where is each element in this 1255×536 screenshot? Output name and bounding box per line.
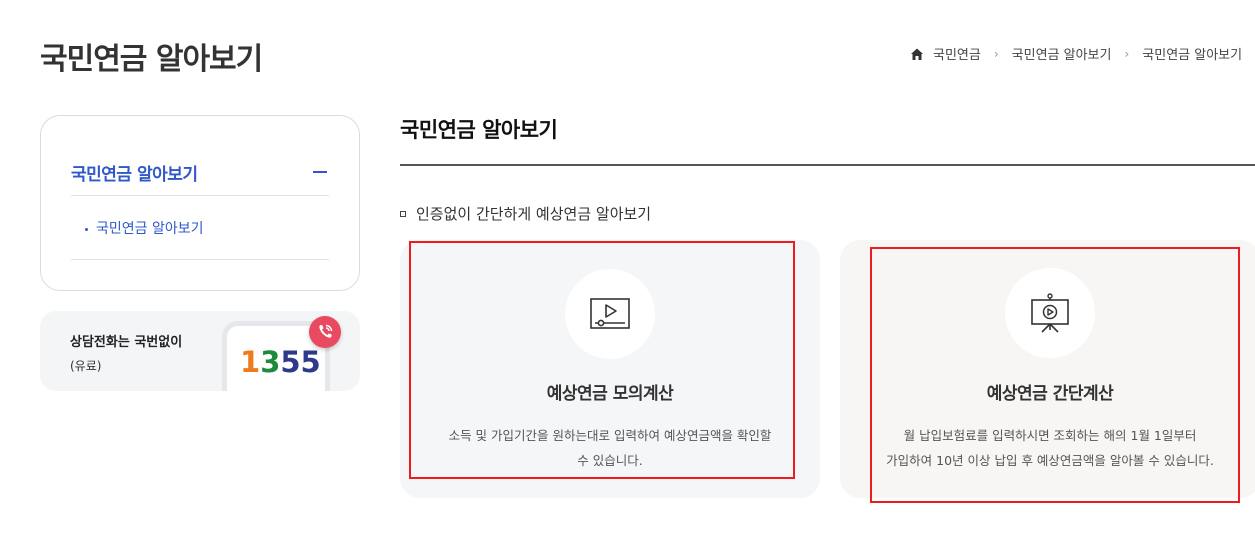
- highlight-box-simple-calc: [870, 247, 1240, 503]
- chevron-right-icon: ›: [1124, 46, 1130, 61]
- phone-call-icon: [309, 316, 341, 348]
- square-bullet-icon: [400, 210, 406, 217]
- call-number-part-3: 55: [280, 345, 321, 379]
- section-label-text: 인증없이 간단하게 예상연금 알아보기: [416, 205, 652, 223]
- chevron-right-icon: ›: [993, 46, 999, 61]
- side-menu: 국민연금 알아보기 국민연금 알아보기: [40, 115, 360, 291]
- sidebar-item-label[interactable]: 국민연금 알아보기: [96, 221, 204, 237]
- breadcrumb-item-current[interactable]: 국민연금 알아보기: [1142, 44, 1242, 63]
- call-title: 상담전화는 국번없이: [70, 335, 183, 350]
- page-title: 국민연금 알아보기: [40, 42, 263, 77]
- collapse-minus-icon[interactable]: [313, 171, 327, 173]
- side-menu-title[interactable]: 국민연금 알아보기: [71, 160, 198, 185]
- sidebar-item-pension-info[interactable]: 국민연금 알아보기: [71, 196, 329, 260]
- side-menu-header[interactable]: 국민연금 알아보기: [71, 160, 329, 196]
- breadcrumb-item-section[interactable]: 국민연금 알아보기: [1012, 44, 1112, 63]
- breadcrumb-item-home[interactable]: 국민연금: [933, 44, 981, 63]
- bullet-icon: [85, 227, 88, 231]
- home-icon[interactable]: [910, 47, 924, 61]
- call-number-part-1: 1: [240, 345, 261, 379]
- call-number-part-2: 3: [260, 345, 281, 379]
- section-label: 인증없이 간단하게 예상연금 알아보기: [400, 203, 651, 224]
- call-subtitle: (유료): [70, 359, 102, 373]
- title-divider: [400, 164, 1255, 166]
- main-title: 국민연금 알아보기: [400, 118, 558, 142]
- call-number: 1355: [240, 345, 321, 379]
- breadcrumb: 국민연금 › 국민연금 알아보기 › 국민연금 알아보기: [910, 44, 1242, 63]
- highlight-box-mock-calc: [409, 241, 795, 479]
